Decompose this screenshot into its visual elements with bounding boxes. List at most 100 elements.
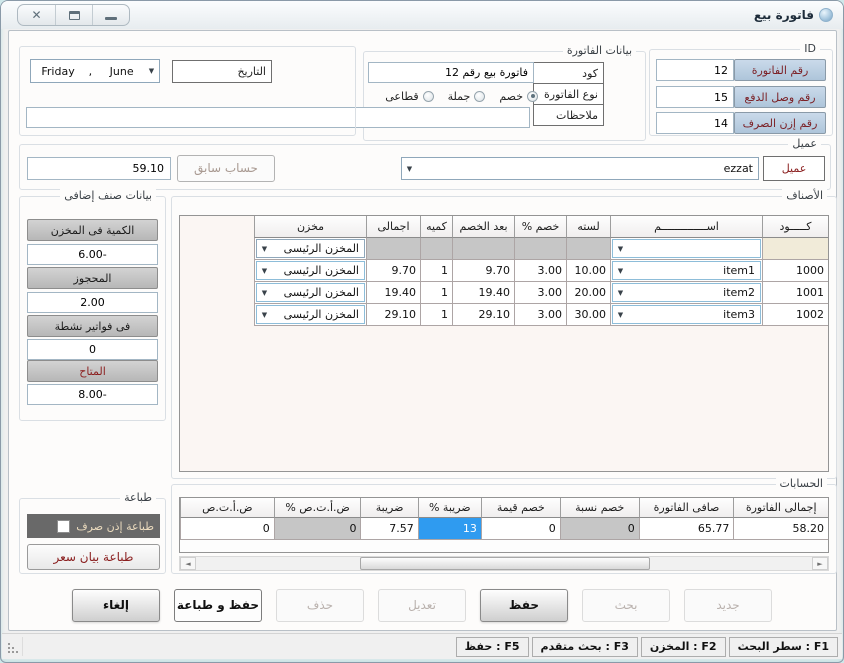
cell-qty[interactable]: 1 xyxy=(420,304,452,326)
notes-label: ملاحظات xyxy=(533,104,604,126)
maximize-button[interactable] xyxy=(55,5,92,25)
new-button[interactable]: جديد xyxy=(684,589,772,622)
minimize-icon xyxy=(105,17,117,20)
cell-discount[interactable]: 3.00 xyxy=(514,282,566,304)
col-discount-header[interactable]: خصم % xyxy=(514,216,566,238)
col-discount-value-header[interactable]: خصم قيمة xyxy=(481,498,560,518)
cell-code[interactable]: 1001 xyxy=(762,282,828,304)
scrollbar-thumb[interactable] xyxy=(360,557,650,570)
cell-qty[interactable]: 1 xyxy=(420,282,452,304)
col-invoice-net-header[interactable]: صافى الفاتورة xyxy=(639,498,734,518)
print-price-statement-button[interactable]: طباعة بيان سعر xyxy=(27,544,160,570)
cell-discount[interactable]: 3.00 xyxy=(514,260,566,282)
entry-warehouse-value: المخزن الرئيسى xyxy=(272,242,364,255)
item-name-combo[interactable]: item1 ▼ xyxy=(612,261,761,280)
available-value[interactable] xyxy=(27,384,158,405)
cell-qty[interactable]: 1 xyxy=(420,260,452,282)
warehouse-combo[interactable]: المخزن الرئيسى ▼ xyxy=(256,283,365,302)
search-button[interactable]: بحث xyxy=(582,589,670,622)
radio-wholesale[interactable]: جملة xyxy=(448,90,486,103)
customer-dropdown[interactable]: ezzat ▼ xyxy=(401,157,759,180)
cell-after-discount[interactable]: 29.10 xyxy=(452,304,514,326)
discount-ratio-cell[interactable]: 0 xyxy=(560,518,639,540)
print-permit-checkbox-row[interactable]: طباعة إذن صرف xyxy=(27,514,160,538)
save-and-print-button[interactable]: حفظ و طباعة xyxy=(174,589,262,622)
col-sales-tax-header[interactable]: ض.أ.ت.ص xyxy=(180,498,274,518)
cancel-button[interactable]: إلغاء xyxy=(72,589,160,622)
delete-button[interactable]: حذف xyxy=(276,589,364,622)
save-button[interactable]: حفظ xyxy=(480,589,568,622)
cell-list[interactable]: 20.00 xyxy=(566,282,610,304)
sales-tax-cell[interactable]: 0 xyxy=(180,518,274,540)
entry-after-discount-cell[interactable] xyxy=(452,238,514,260)
entry-qty-cell[interactable] xyxy=(420,238,452,260)
payment-receipt-number-input[interactable] xyxy=(656,86,734,108)
col-invoice-total-header[interactable]: إجمالى الفاتورة xyxy=(733,498,828,518)
col-discount-ratio-header[interactable]: خصم نسبة xyxy=(560,498,639,518)
warehouse-combo[interactable]: المخزن الرئيسى ▼ xyxy=(256,305,365,324)
radio-discount[interactable]: خصم xyxy=(499,90,538,103)
print-permit-checkbox[interactable] xyxy=(57,520,70,533)
active-invoices-value[interactable] xyxy=(27,339,158,360)
horizontal-scrollbar[interactable]: ◄ ► xyxy=(179,556,829,571)
col-sales-tax-pct-header[interactable]: ض.أ.ت.ص % xyxy=(274,498,361,518)
item-name-value: item2 xyxy=(628,286,760,299)
sales-tax-pct-cell[interactable]: 0 xyxy=(274,518,361,540)
main-panel: ID رقم الفاتورة رقم وصل الدفع رقم إزن ال… xyxy=(8,30,837,631)
item-name-combo[interactable]: item2 ▼ xyxy=(612,283,761,302)
maximize-icon xyxy=(69,11,80,20)
cell-code[interactable]: 1002 xyxy=(762,304,828,326)
customer-balance-input[interactable] xyxy=(27,157,171,180)
col-tax-header[interactable]: ضريبة xyxy=(360,498,417,518)
cell-list[interactable]: 10.00 xyxy=(566,260,610,282)
entry-warehouse-combo[interactable]: المخزن الرئيسى ▼ xyxy=(256,239,365,258)
tax-cell[interactable]: 7.57 xyxy=(360,518,417,540)
col-qty-header[interactable]: كميه xyxy=(420,216,452,238)
invoice-net-cell[interactable]: 65.77 xyxy=(639,518,734,540)
invoice-number-input[interactable] xyxy=(656,59,734,81)
col-warehouse-header[interactable]: مخزن xyxy=(254,216,366,238)
invoice-number-label: رقم الفاتورة xyxy=(734,59,826,81)
cell-list[interactable]: 30.00 xyxy=(566,304,610,326)
col-list-header[interactable]: لسته xyxy=(566,216,610,238)
col-tax-pct-header[interactable]: ضريبة % xyxy=(418,498,481,518)
invoice-total-cell[interactable]: 58.20 xyxy=(733,518,828,540)
entry-list-cell[interactable] xyxy=(566,238,610,260)
minimize-button[interactable] xyxy=(92,5,129,25)
col-total-header[interactable]: اجمالى xyxy=(366,216,420,238)
item-name-combo[interactable]: item3 ▼ xyxy=(612,305,761,324)
disbursement-permit-number-input[interactable] xyxy=(656,112,734,134)
date-dropdown[interactable]: Friday , June ▼ xyxy=(30,59,160,83)
col-name-header[interactable]: اســــــــــــــم xyxy=(610,216,762,238)
col-code-header[interactable]: كـــــود xyxy=(762,216,828,238)
tax-pct-cell[interactable]: 13 xyxy=(418,518,481,540)
cell-total[interactable]: 29.10 xyxy=(366,304,420,326)
reserved-value[interactable] xyxy=(27,292,158,313)
cell-after-discount[interactable]: 9.70 xyxy=(452,260,514,282)
qty-in-store-value[interactable] xyxy=(27,244,158,265)
cell-discount[interactable]: 3.00 xyxy=(514,304,566,326)
entry-code-cell[interactable] xyxy=(762,238,828,260)
items-group: الأصناف كـــــود اســــــــــــــم لسته … xyxy=(171,196,837,479)
radio-retail[interactable]: قطاعى xyxy=(385,90,433,103)
scroll-right-icon[interactable]: ► xyxy=(812,557,828,570)
edit-button[interactable]: تعديل xyxy=(378,589,466,622)
cell-code[interactable]: 1000 xyxy=(762,260,828,282)
entry-total-cell[interactable] xyxy=(366,238,420,260)
warehouse-combo[interactable]: المخزن الرئيسى ▼ xyxy=(256,261,365,280)
items-grid-header: كـــــود اســــــــــــــم لسته خصم % بع… xyxy=(180,216,828,238)
invoice-code-input[interactable] xyxy=(368,62,534,83)
cell-warehouse: المخزن الرئيسى ▼ xyxy=(254,304,366,326)
cell-total[interactable]: 9.70 xyxy=(366,260,420,282)
close-button[interactable]: ✕ xyxy=(18,5,55,25)
resize-grip[interactable] xyxy=(8,651,10,653)
entry-discount-cell[interactable] xyxy=(514,238,566,260)
scroll-left-icon[interactable]: ◄ xyxy=(180,557,196,570)
cell-after-discount[interactable]: 19.40 xyxy=(452,282,514,304)
entry-item-name-combo[interactable]: ▼ xyxy=(612,239,761,258)
discount-value-cell[interactable]: 0 xyxy=(481,518,560,540)
previous-account-button[interactable]: حساب سابق xyxy=(177,155,275,182)
col-after-discount-header[interactable]: بعد الخصم xyxy=(452,216,514,238)
invoice-type-radio-group: خصم جملة قطاعى xyxy=(368,86,538,106)
cell-total[interactable]: 19.40 xyxy=(366,282,420,304)
